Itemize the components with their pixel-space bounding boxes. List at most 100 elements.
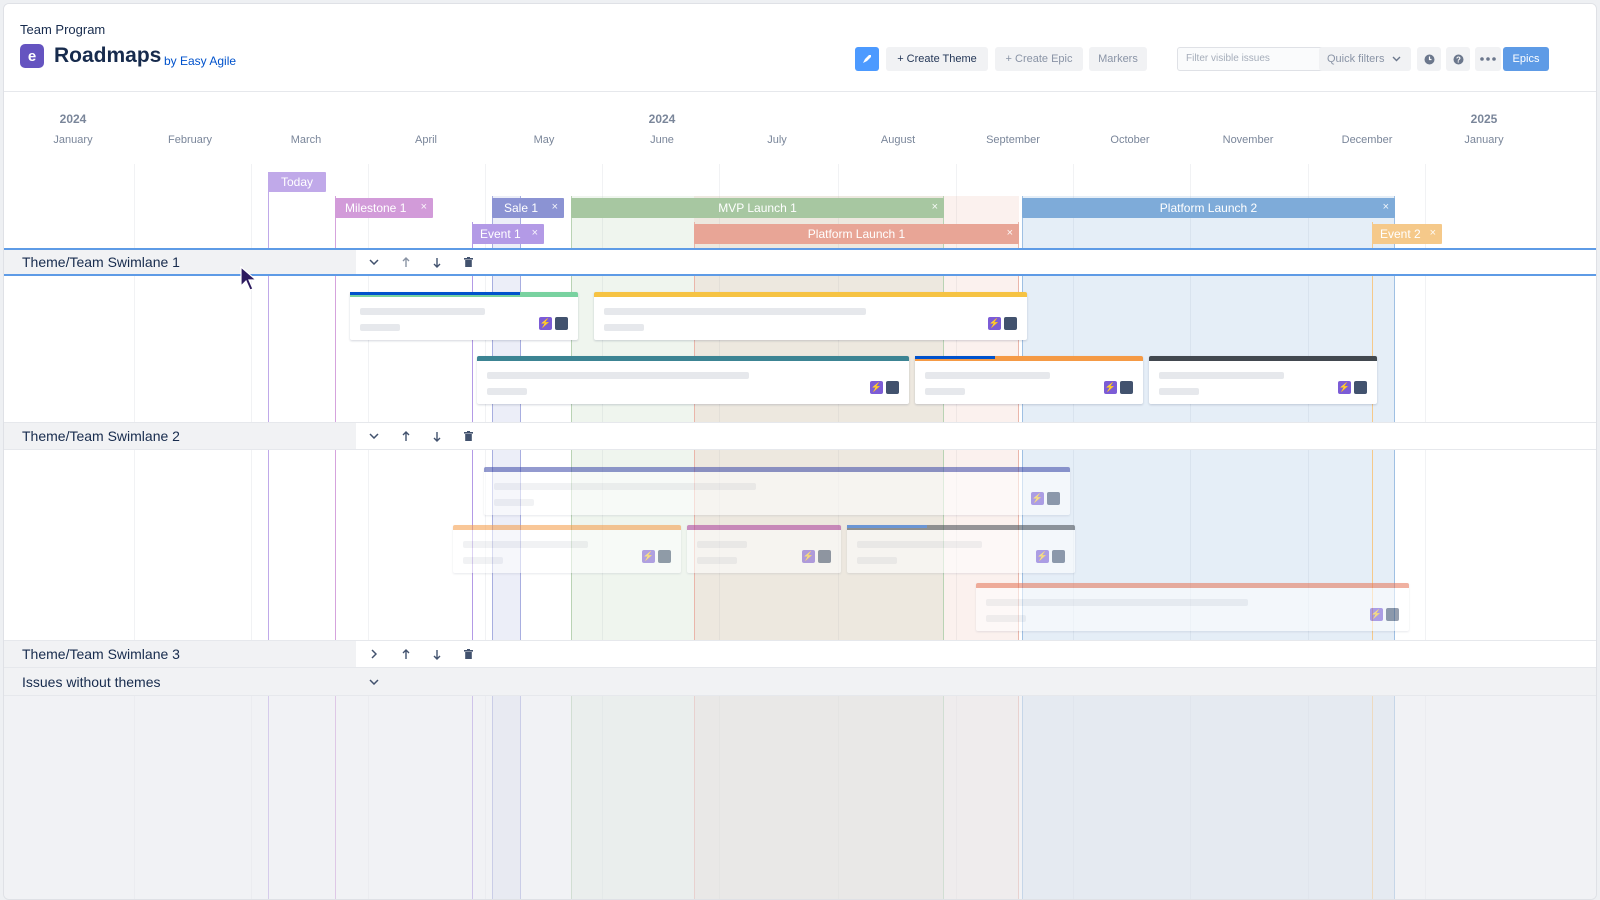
arrow-up-icon [402, 430, 410, 441]
chevron-right-icon [371, 649, 377, 659]
epic-card[interactable]: ⚡ [687, 525, 841, 573]
year-label: 2024 [59, 112, 87, 126]
quick-filters-dropdown[interactable]: Quick filters [1319, 47, 1411, 71]
month-label: July [767, 134, 787, 146]
chevron-down-icon [369, 259, 379, 265]
clock-button[interactable] [1417, 47, 1441, 71]
move-down-button[interactable] [427, 423, 447, 449]
summary-placeholder [604, 308, 866, 315]
close-icon[interactable]: × [421, 201, 427, 213]
epic-card[interactable]: ⚡ [484, 467, 1070, 515]
lightning-icon: ⚡ [1036, 550, 1049, 563]
filter-input[interactable]: Filter visible issues [1177, 47, 1341, 71]
close-icon[interactable]: × [1430, 227, 1436, 239]
help-button[interactable]: ? [1446, 47, 1470, 71]
epic-card[interactable]: ⚡ [1149, 356, 1377, 404]
chevron-down-icon [1392, 56, 1401, 62]
chevron-down-icon [369, 433, 379, 439]
easy-agile-logo-icon: e [20, 44, 44, 68]
move-up-button[interactable] [396, 641, 416, 667]
avatar-icon [1120, 381, 1133, 394]
today-marker[interactable]: Today [268, 172, 326, 192]
summary-placeholder [1159, 372, 1284, 379]
create-epic-button[interactable]: + Create Epic [995, 47, 1083, 71]
epic-card[interactable]: ⚡ [350, 292, 578, 340]
move-down-button[interactable] [427, 250, 447, 274]
event2-marker[interactable]: Event 2 × [1372, 224, 1442, 244]
swimlane-header-unthemed[interactable]: Issues without themes [4, 668, 1596, 696]
month-label: September [986, 134, 1040, 146]
swimlane-title[interactable]: Theme/Team Swimlane 3 [4, 641, 356, 667]
close-icon[interactable]: × [932, 201, 938, 213]
lightning-icon: ⚡ [1031, 492, 1044, 505]
delete-button[interactable] [458, 250, 478, 274]
collapse-button[interactable] [364, 668, 384, 695]
more-button[interactable] [1475, 47, 1501, 71]
vendor-link[interactable]: by Easy Agile [164, 54, 236, 68]
markers-button[interactable]: Markers [1089, 47, 1147, 71]
month-label: November [1222, 134, 1274, 146]
platform-launch-2-marker[interactable]: Platform Launch 2 × [1022, 198, 1395, 218]
month-label: October [1110, 134, 1150, 146]
mvp-launch-marker[interactable]: MVP Launch 1 × [571, 198, 944, 218]
milestone-marker[interactable]: Milestone 1 × [335, 198, 433, 218]
swimlane-title[interactable]: Theme/Team Swimlane 2 [4, 423, 356, 449]
key-placeholder [1159, 388, 1199, 395]
milestone-label: Milestone 1 [345, 201, 407, 215]
avatar-icon [886, 381, 899, 394]
rocket-icon [863, 55, 871, 63]
event1-marker[interactable]: Event 1 × [472, 224, 544, 244]
epics-button[interactable]: Epics [1503, 47, 1549, 71]
event1-label: Event 1 [480, 227, 521, 241]
key-placeholder [604, 324, 644, 331]
epic-card[interactable]: ⚡ [915, 356, 1143, 404]
sale-marker[interactable]: Sale 1 × [492, 198, 564, 218]
lightning-icon: ⚡ [988, 317, 1001, 330]
project-name[interactable]: Team Program [20, 22, 105, 37]
create-theme-button[interactable]: + Create Theme [886, 47, 988, 71]
page-title: Roadmaps [54, 44, 162, 67]
arrow-down-icon [433, 431, 441, 442]
move-down-button[interactable] [427, 641, 447, 667]
roadmap-app: Team Program e Roadmaps by Easy Agile + … [3, 3, 1597, 900]
progress-bar [915, 356, 995, 359]
move-up-button[interactable] [396, 423, 416, 449]
year-label: 2024 [648, 112, 676, 126]
key-placeholder [697, 557, 737, 564]
lightning-icon: ⚡ [1104, 381, 1117, 394]
month-label: April [414, 134, 438, 146]
expand-button[interactable] [364, 641, 384, 667]
lightning-icon: ⚡ [642, 550, 655, 563]
epic-card[interactable]: ⚡ [976, 583, 1409, 631]
delete-button[interactable] [458, 641, 478, 667]
close-icon[interactable]: × [1007, 227, 1013, 239]
key-placeholder [487, 388, 527, 395]
close-icon[interactable]: × [552, 201, 558, 213]
epic-card[interactable]: ⚡ [594, 292, 1027, 340]
swimlane-title[interactable]: Issues without themes [4, 668, 356, 695]
collapse-button[interactable] [364, 423, 384, 449]
swimlane-title[interactable]: Theme/Team Swimlane 1 [4, 250, 356, 274]
key-placeholder [857, 557, 897, 564]
delete-button[interactable] [458, 423, 478, 449]
month-label: February [167, 134, 213, 146]
platform-launch-1-marker[interactable]: Platform Launch 1 × [694, 224, 1019, 244]
epic-card[interactable]: ⚡ [847, 525, 1075, 573]
svg-text:?: ? [1456, 55, 1461, 64]
year-label: 2025 [1470, 112, 1498, 126]
lightning-icon: ⚡ [1338, 381, 1351, 394]
app-header: Team Program e Roadmaps by Easy Agile + … [4, 4, 1596, 92]
filter-placeholder: Filter visible issues [1186, 53, 1270, 64]
epic-card[interactable]: ⚡ [477, 356, 909, 404]
swimlane-header-3[interactable]: Theme/Team Swimlane 3 [4, 640, 1596, 668]
swimlane-header-2[interactable]: Theme/Team Swimlane 2 [4, 422, 1596, 450]
sale-label: Sale 1 [504, 201, 539, 215]
close-icon[interactable]: × [532, 227, 538, 239]
close-icon[interactable]: × [1383, 201, 1389, 213]
epic-card[interactable]: ⚡ [453, 525, 681, 573]
rocket-button[interactable] [855, 47, 879, 71]
key-placeholder [494, 499, 534, 506]
collapse-button[interactable] [364, 250, 384, 274]
move-up-button[interactable] [396, 250, 416, 274]
arrow-up-icon [402, 648, 410, 659]
